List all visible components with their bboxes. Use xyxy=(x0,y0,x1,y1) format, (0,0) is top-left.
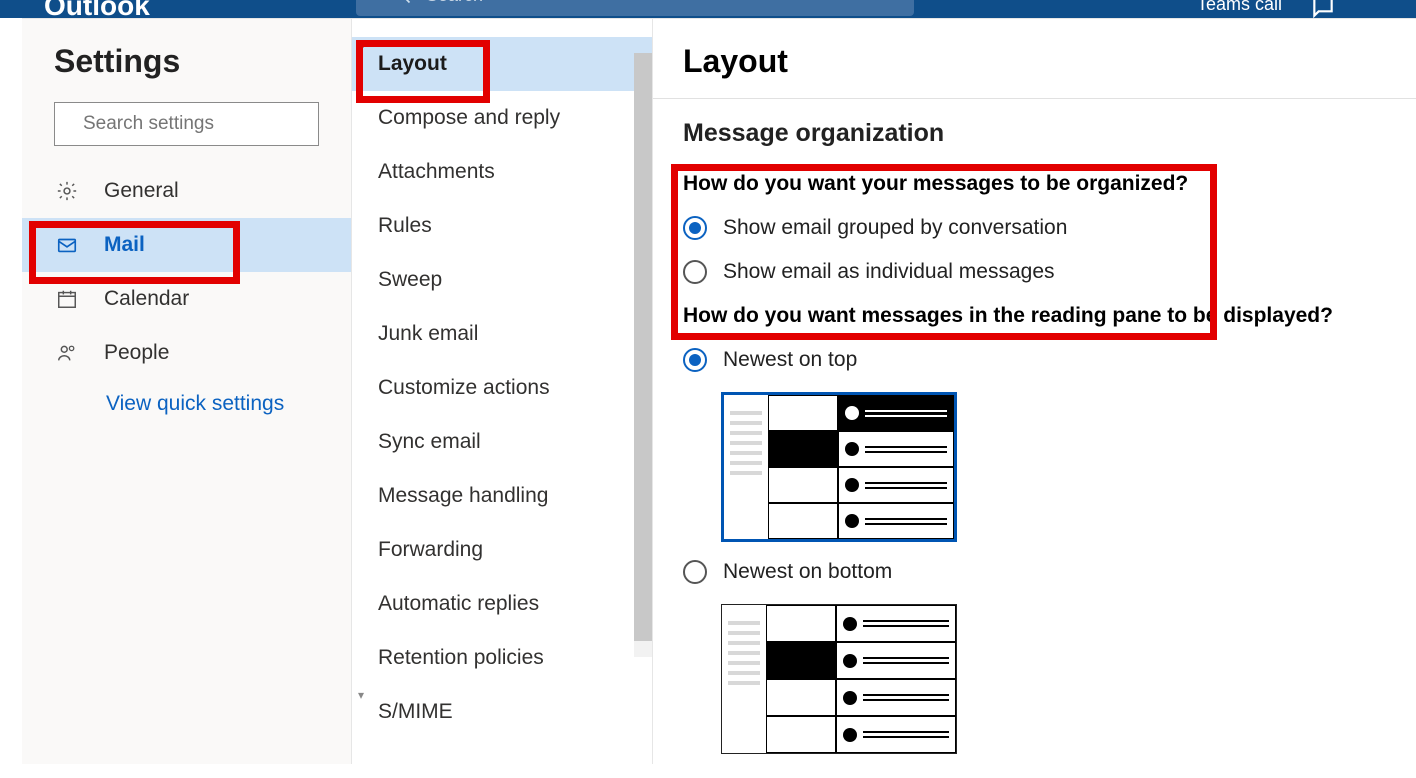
radio-label: Newest on top xyxy=(723,348,857,372)
radio-label: Show email as individual messages xyxy=(723,260,1055,284)
people-icon xyxy=(56,342,80,364)
radio-selected-icon xyxy=(683,348,707,372)
category-label: Calendar xyxy=(104,287,189,311)
category-general[interactable]: General xyxy=(22,164,351,218)
search-settings-input[interactable] xyxy=(81,112,330,136)
radio-individual-messages[interactable]: Show email as individual messages xyxy=(683,260,1386,284)
scrollbar-thumb[interactable] xyxy=(634,53,652,641)
mail-subnav-list: Layout Compose and reply Attachments Rul… xyxy=(352,37,652,739)
category-list: General Mail Calendar People xyxy=(22,164,351,380)
section-heading: Message organization xyxy=(683,119,1386,148)
gear-icon xyxy=(56,180,80,202)
category-label: People xyxy=(104,341,169,365)
scroll-down-arrow-icon[interactable]: ▾ xyxy=(352,686,370,704)
layout-settings-content: Layout Message organization How do you w… xyxy=(652,19,1416,764)
subnav-sync-email[interactable]: Sync email xyxy=(352,415,652,469)
view-quick-settings-link[interactable]: View quick settings xyxy=(106,392,351,416)
chevron-down-icon: ▾ xyxy=(366,0,374,5)
settings-title: Settings xyxy=(54,43,351,80)
subnav-smime[interactable]: S/MIME xyxy=(352,685,652,739)
outlook-top-bar: Outlook ▾ Search Teams call xyxy=(0,0,1416,18)
radio-label: Show email grouped by conversation xyxy=(723,216,1067,240)
settings-categories-column: Settings General Mail Calendar xyxy=(22,19,352,764)
subnav-layout[interactable]: Layout xyxy=(352,37,652,91)
message-organization-section: Message organization How do you want you… xyxy=(653,99,1416,754)
radio-label: Newest on bottom xyxy=(723,560,892,584)
subnav-automatic-replies[interactable]: Automatic replies xyxy=(352,577,652,631)
page-title: Layout xyxy=(683,43,1416,80)
subnav-attachments[interactable]: Attachments xyxy=(352,145,652,199)
radio-newest-on-bottom[interactable]: Newest on bottom xyxy=(683,560,1386,584)
search-placeholder: Search xyxy=(426,0,483,6)
subnav-forwarding[interactable]: Forwarding xyxy=(352,523,652,577)
layout-preview-newest-bottom[interactable] xyxy=(721,604,957,754)
mail-icon xyxy=(56,234,80,256)
subnav-sweep[interactable]: Sweep xyxy=(352,253,652,307)
category-label: General xyxy=(104,179,179,203)
subnav-junk-email[interactable]: Junk email xyxy=(352,307,652,361)
category-mail[interactable]: Mail xyxy=(22,218,351,272)
layout-preview-newest-top[interactable] xyxy=(721,392,957,542)
radio-selected-icon xyxy=(683,216,707,240)
search-settings-field[interactable] xyxy=(54,102,319,146)
scroll-up-arrow-icon[interactable]: ▴ xyxy=(352,35,370,53)
category-calendar[interactable]: Calendar xyxy=(22,272,351,326)
category-people[interactable]: People xyxy=(22,326,351,380)
subnav-message-handling[interactable]: Message handling xyxy=(352,469,652,523)
radio-grouped-conversation[interactable]: Show email grouped by conversation xyxy=(683,216,1386,240)
question-2: How do you want messages in the reading … xyxy=(683,304,1386,328)
radio-unselected-icon xyxy=(683,560,707,584)
calendar-icon xyxy=(56,288,80,310)
settings-panel: Settings General Mail Calendar xyxy=(22,18,1416,764)
radio-newest-on-top[interactable]: Newest on top xyxy=(683,348,1386,372)
subnav-customize-actions[interactable]: Customize actions xyxy=(352,361,652,415)
search-icon xyxy=(392,0,412,5)
radio-unselected-icon xyxy=(683,260,707,284)
category-label: Mail xyxy=(104,233,145,257)
subnav-compose-reply[interactable]: Compose and reply xyxy=(352,91,652,145)
subnav-retention-policies[interactable]: Retention policies xyxy=(352,631,652,685)
teams-call-label[interactable]: Teams call xyxy=(1197,0,1282,15)
mail-settings-subnav: Layout Compose and reply Attachments Rul… xyxy=(352,19,652,764)
scrollbar-track[interactable] xyxy=(634,53,652,657)
global-search[interactable]: ▾ Search xyxy=(356,0,914,16)
subnav-rules[interactable]: Rules xyxy=(352,199,652,253)
question-1: How do you want your messages to be orga… xyxy=(683,172,1386,196)
